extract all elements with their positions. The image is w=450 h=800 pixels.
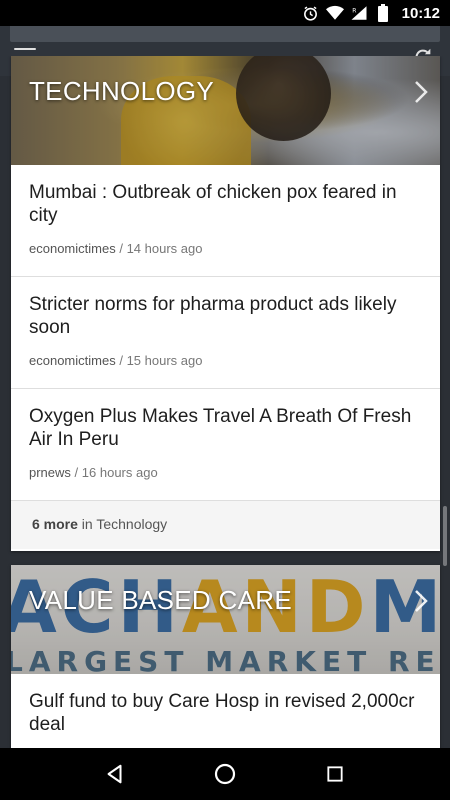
wifi-icon	[325, 4, 344, 22]
cell-signal-icon: R	[350, 4, 368, 22]
more-count: 6 more	[32, 516, 78, 532]
article-item[interactable]: Oxygen Plus Makes Travel A Breath Of Fre…	[11, 389, 440, 501]
recents-icon[interactable]	[319, 758, 351, 790]
chevron-right-icon	[415, 81, 428, 103]
news-feed[interactable]: TECHNOLOGY Mumbai : Outbreak of chicken …	[0, 56, 450, 748]
battery-icon	[374, 4, 392, 22]
article-title: Oxygen Plus Makes Travel A Breath Of Fre…	[29, 406, 412, 450]
section-title: TECHNOLOGY	[29, 76, 215, 106]
article-title: Gulf fund to buy Care Hosp in revised 2,…	[29, 691, 415, 735]
more-in-section-link[interactable]: 6 more in Technology	[11, 501, 440, 549]
home-icon[interactable]	[209, 758, 241, 790]
alarm-icon	[302, 4, 320, 22]
article-time: 14 hours ago	[126, 241, 203, 256]
article-item[interactable]: Gulf fund to buy Care Hosp in revised 2,…	[11, 674, 440, 748]
article-title: Stricter norms for pharma product ads li…	[29, 294, 397, 338]
article-item[interactable]: Mumbai : Outbreak of chicken pox feared …	[11, 165, 440, 277]
app-bar-strip	[10, 26, 440, 42]
article-source: prnews	[29, 465, 71, 480]
article-source: economictimes	[29, 353, 116, 368]
scrollbar[interactable]	[443, 506, 447, 566]
status-time: 10:12	[401, 4, 440, 22]
article-time: 15 hours ago	[126, 353, 203, 368]
section-card-technology: TECHNOLOGY Mumbai : Outbreak of chicken …	[11, 56, 440, 551]
article-meta: economictimes / 14 hours ago	[29, 241, 203, 256]
article-title: Mumbai : Outbreak of chicken pox feared …	[29, 182, 397, 226]
back-icon[interactable]	[99, 758, 131, 790]
section-header-value-based-care[interactable]: ACHANDMA LARGEST MARKET RE VALUE BASED C…	[11, 565, 440, 674]
section-card-value-based-care: ACHANDMA LARGEST MARKET RE VALUE BASED C…	[11, 565, 440, 748]
status-bar: R 10:12	[0, 0, 450, 26]
section-header-technology[interactable]: TECHNOLOGY	[11, 56, 440, 165]
article-meta: prnews / 16 hours ago	[29, 465, 158, 480]
article-item[interactable]: Stricter norms for pharma product ads li…	[11, 277, 440, 389]
article-time: 16 hours ago	[81, 465, 158, 480]
svg-text:R: R	[352, 7, 356, 14]
article-meta: economictimes / 15 hours ago	[29, 353, 203, 368]
chevron-right-icon	[415, 590, 428, 612]
more-label: in Technology	[77, 516, 168, 532]
navigation-bar	[0, 748, 450, 800]
article-source: economictimes	[29, 241, 116, 256]
section-title: VALUE BASED CARE	[29, 585, 292, 615]
